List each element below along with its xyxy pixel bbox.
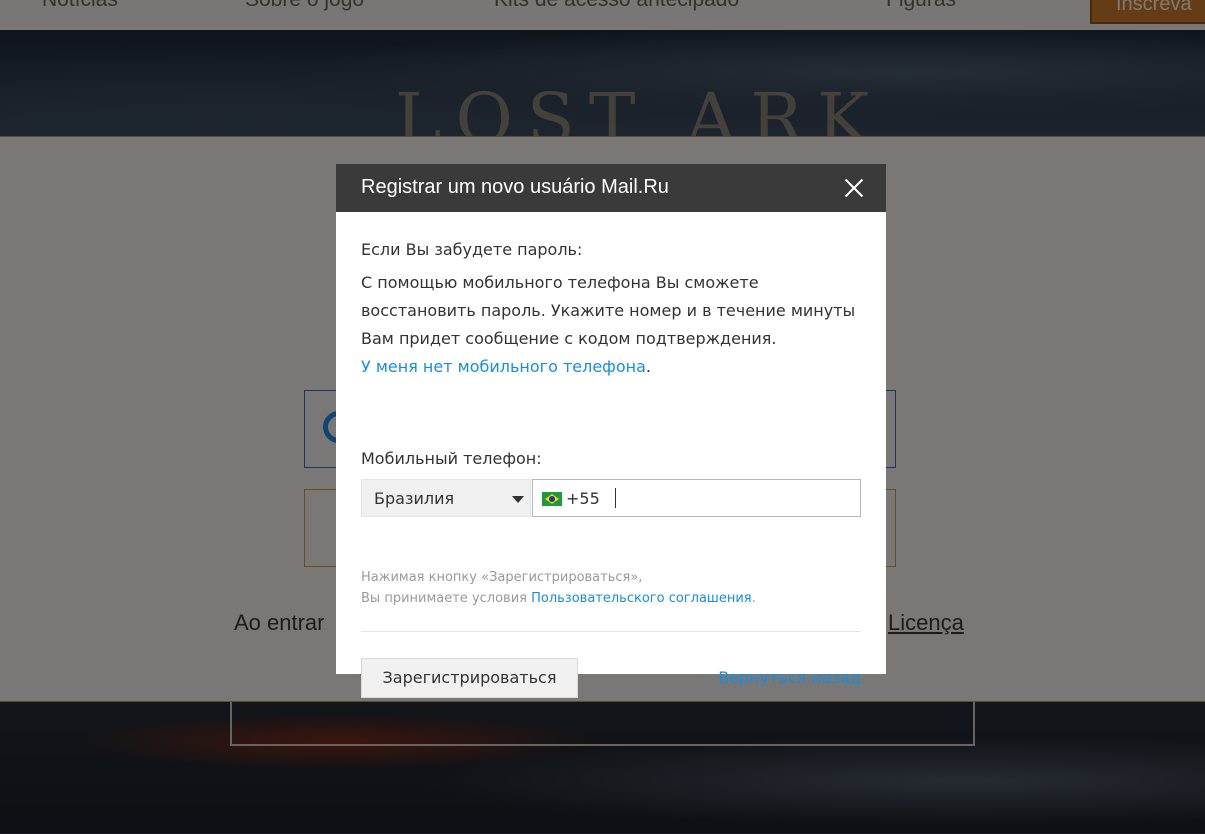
modal-title: Registrar um novo usuário Mail.Ru xyxy=(361,176,669,198)
terms-suffix: . xyxy=(751,591,756,606)
registration-modal: Registrar um novo usuário Mail.Ru Если В… xyxy=(336,164,886,698)
close-icon[interactable] xyxy=(842,176,866,200)
info-heading: Если Вы забудете пароль: xyxy=(361,240,583,259)
divider xyxy=(361,631,861,632)
no-phone-link[interactable]: У меня нет мобильного телефона xyxy=(361,357,646,376)
user-agreement-link[interactable]: Пользовательского соглашения xyxy=(531,591,751,606)
phone-label: Мобильный телефон: xyxy=(361,449,542,468)
no-phone-suffix: . xyxy=(645,357,652,376)
chevron-down-icon xyxy=(512,496,524,503)
brazil-flag-icon xyxy=(542,492,562,506)
terms-line1: Нажимая кнопку «Зарегистрироваться», xyxy=(361,570,643,585)
terms-notice: Нажимая кнопку «Зарегистрироваться», Вы … xyxy=(361,567,756,609)
back-link[interactable]: Вернуться назад xyxy=(718,668,861,687)
phone-input[interactable]: +55 xyxy=(532,479,861,517)
country-value: Бразилия xyxy=(374,489,455,508)
info-text: С помощью мобильного телефона Вы сможете… xyxy=(361,273,856,348)
dial-code: +55 xyxy=(566,489,600,508)
country-select[interactable]: Бразилия xyxy=(361,479,531,517)
terms-line2-prefix: Вы принимаете условия xyxy=(361,591,532,606)
modal-header: Registrar um novo usuário Mail.Ru xyxy=(336,164,886,212)
register-button[interactable]: Зарегистрироваться xyxy=(361,658,578,698)
text-cursor xyxy=(615,488,616,508)
no-phone-line: У меня нет мобильного телефона. xyxy=(361,353,651,381)
